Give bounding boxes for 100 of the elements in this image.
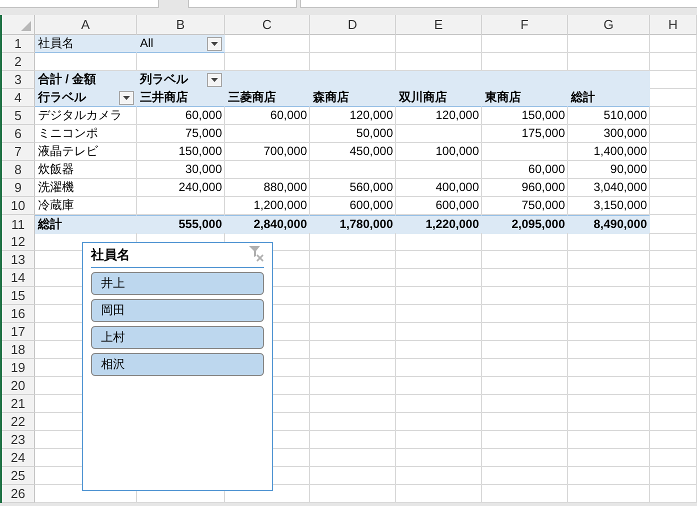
table-cell: 1,780,000 <box>310 215 396 234</box>
row-header[interactable]: 17 <box>2 323 35 341</box>
table-cell: 120,000 <box>310 107 396 125</box>
triangle-icon <box>21 21 31 31</box>
table-cell: 森商店 <box>310 89 396 107</box>
row-header[interactable]: 3 <box>2 71 35 89</box>
slicer-item[interactable]: 井上 <box>91 272 264 295</box>
row-header[interactable]: 1 <box>2 35 35 53</box>
row-header[interactable]: 26 <box>2 485 35 503</box>
caret-icon <box>211 78 218 82</box>
column-header[interactable]: D <box>310 15 396 35</box>
slicer-item[interactable]: 相沢 <box>91 353 264 376</box>
column-header[interactable]: E <box>396 15 482 35</box>
clear-filter-icon[interactable] <box>249 246 264 262</box>
row-header[interactable]: 8 <box>2 161 35 179</box>
table-cell: 120,000 <box>396 107 482 125</box>
table-cell: 100,000 <box>396 143 482 161</box>
empty-cell <box>650 53 697 71</box>
row-header[interactable]: 13 <box>2 251 35 269</box>
column-header[interactable]: C <box>225 15 310 35</box>
table-cell: 60,000 <box>225 107 310 125</box>
table-cell: 3,040,000 <box>568 179 650 197</box>
row-header[interactable]: 12 <box>2 233 35 251</box>
dropdown-button[interactable] <box>207 73 222 87</box>
table-cell: 社員名 <box>35 35 137 53</box>
empty-cell <box>650 143 697 161</box>
row-header[interactable]: 7 <box>2 143 35 161</box>
row-header[interactable]: 2 <box>2 53 35 71</box>
row-header[interactable]: 24 <box>2 449 35 467</box>
empty-cell <box>650 377 697 395</box>
table-cell: 60,000 <box>482 161 568 179</box>
column-header[interactable]: F <box>482 15 568 35</box>
table-cell: 90,000 <box>568 161 650 179</box>
row-header[interactable]: 19 <box>2 359 35 377</box>
table-cell: 300,000 <box>568 125 650 143</box>
table-cell: 510,000 <box>568 107 650 125</box>
table-cell: 三井商店 <box>137 89 225 107</box>
row-header[interactable]: 15 <box>2 287 35 305</box>
empty-cell <box>650 125 697 143</box>
empty-cell <box>650 341 697 359</box>
row-header[interactable]: 22 <box>2 413 35 431</box>
column-header[interactable]: A <box>35 15 137 35</box>
table-cell: 1,400,000 <box>568 143 650 161</box>
table-cell: 175,000 <box>482 125 568 143</box>
table-cell: 150,000 <box>137 143 225 161</box>
table-cell: 2,095,000 <box>482 215 568 234</box>
row-header[interactable]: 6 <box>2 125 35 143</box>
slicer-item[interactable]: 岡田 <box>91 299 264 322</box>
table-cell: 240,000 <box>137 179 225 197</box>
row-header[interactable]: 9 <box>2 179 35 197</box>
name-box[interactable] <box>0 0 159 8</box>
row-header[interactable]: 14 <box>2 269 35 287</box>
empty-cell <box>650 449 697 467</box>
empty-cell <box>650 467 697 485</box>
empty-cell <box>650 233 697 251</box>
row-header[interactable]: 21 <box>2 395 35 413</box>
table-cell: 2,840,000 <box>225 215 310 234</box>
row-header[interactable]: 23 <box>2 431 35 449</box>
empty-cell <box>650 413 697 431</box>
function-box[interactable] <box>188 0 297 8</box>
table-cell: 560,000 <box>310 179 396 197</box>
table-cell: 30,000 <box>137 161 225 179</box>
table-cell: 880,000 <box>225 179 310 197</box>
table-cell: 50,000 <box>310 125 396 143</box>
column-header[interactable]: H <box>650 15 697 35</box>
table-cell: 8,490,000 <box>568 215 650 234</box>
row-header[interactable]: 11 <box>2 215 35 234</box>
table-cell: 1,220,000 <box>396 215 482 234</box>
empty-cell <box>650 269 697 287</box>
table-cell: 双川商店 <box>396 89 482 107</box>
empty-cell <box>650 287 697 305</box>
table-cell: 450,000 <box>310 143 396 161</box>
table-cell: 洗濯機 <box>35 179 137 197</box>
select-all-corner[interactable] <box>2 15 35 35</box>
table-cell: 700,000 <box>225 143 310 161</box>
row-header[interactable]: 4 <box>2 89 35 107</box>
empty-cell <box>650 179 697 197</box>
formula-bar[interactable] <box>300 0 697 8</box>
row-header[interactable]: 5 <box>2 107 35 125</box>
empty-cell <box>650 305 697 323</box>
table-cell: 75,000 <box>137 125 225 143</box>
empty-cell <box>650 197 697 215</box>
row-header[interactable]: 18 <box>2 341 35 359</box>
empty-cell <box>650 251 697 269</box>
slicer-item[interactable]: 上村 <box>91 326 264 349</box>
column-header[interactable]: G <box>568 15 650 35</box>
table-cell: 炊飯器 <box>35 161 137 179</box>
column-header[interactable]: B <box>137 15 225 35</box>
dropdown-button[interactable] <box>119 91 134 105</box>
empty-cell <box>650 323 697 341</box>
table-cell: 150,000 <box>482 107 568 125</box>
caret-icon <box>123 96 130 100</box>
cell-text: 列ラベル <box>140 71 188 88</box>
row-header[interactable]: 16 <box>2 305 35 323</box>
dropdown-button[interactable] <box>207 37 222 51</box>
row-header[interactable]: 20 <box>2 377 35 395</box>
slicer-title: 社員名 <box>91 246 130 264</box>
row-header[interactable]: 25 <box>2 467 35 485</box>
row-header[interactable]: 10 <box>2 197 35 215</box>
table-cell: 60,000 <box>137 107 225 125</box>
